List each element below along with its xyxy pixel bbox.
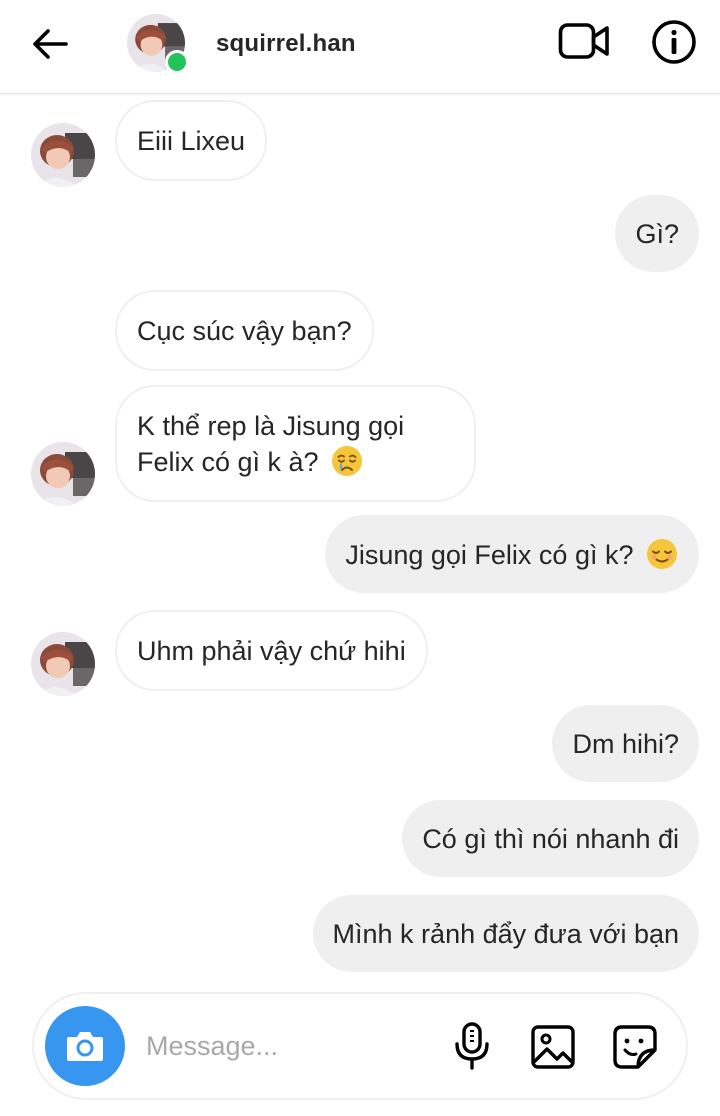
info-button[interactable] xyxy=(651,19,697,65)
message-text: Có gì thì nói nhanh đi xyxy=(422,824,679,854)
info-icon xyxy=(652,20,696,64)
message-text: Eiii Lixeu xyxy=(137,126,246,156)
video-camera-icon xyxy=(558,23,609,59)
message-text: Felix có gì k à? xyxy=(137,447,319,477)
sticker-icon xyxy=(613,1025,657,1069)
message-text: K thể rep là Jisung gọi xyxy=(137,411,405,441)
message-bubble-incoming[interactable]: Cục súc vậy bạn? xyxy=(115,290,374,371)
header-avatar[interactable] xyxy=(127,14,189,74)
message-bubble-incoming[interactable]: Uhm phải vậy chứ hihi xyxy=(115,610,428,691)
chat-username[interactable]: squirrel.han xyxy=(216,30,356,58)
video-call-button[interactable] xyxy=(558,20,610,62)
message-text: Jisung gọi Felix có gì k? xyxy=(345,540,634,570)
online-status-dot xyxy=(165,50,189,74)
message-bubble-outgoing[interactable]: Jisung gọi Felix có gì k? xyxy=(325,515,699,593)
message-bubble-outgoing[interactable]: Có gì thì nói nhanh đi xyxy=(402,800,699,877)
message-composer xyxy=(32,992,688,1100)
message-bubble-incoming[interactable]: K thể rep là Jisung gọi Felix có gì k à? xyxy=(115,385,477,502)
message-text: Uhm phải vậy chứ hihi xyxy=(137,636,406,666)
message-bubble-outgoing[interactable]: Gì? xyxy=(615,195,699,272)
sender-avatar[interactable] xyxy=(31,632,95,696)
message-text: Dm hihi? xyxy=(572,729,679,759)
image-gallery-icon xyxy=(531,1025,575,1069)
message-bubble-outgoing[interactable]: Mình k rảnh đẩy đưa với bạn xyxy=(312,895,699,972)
sticker-button[interactable] xyxy=(612,1024,658,1070)
gallery-button[interactable] xyxy=(530,1024,576,1070)
message-text: Gì? xyxy=(635,219,679,249)
sender-avatar[interactable] xyxy=(31,442,95,506)
message-bubble-incoming[interactable]: Eiii Lixeu xyxy=(115,100,268,181)
back-button[interactable] xyxy=(28,24,72,64)
message-text: Mình k rảnh đẩy đưa với bạn xyxy=(332,919,679,949)
message-input[interactable] xyxy=(146,1024,426,1068)
camera-icon xyxy=(67,1032,103,1061)
sender-avatar[interactable] xyxy=(31,123,95,187)
arrow-left-icon xyxy=(33,29,68,59)
microphone-icon xyxy=(455,1022,489,1070)
relieved-face-emoji xyxy=(647,539,677,569)
camera-button[interactable] xyxy=(45,1006,125,1086)
crying-face-emoji xyxy=(332,446,363,476)
chat-header: squirrel.han xyxy=(0,0,720,94)
voice-message-button[interactable] xyxy=(452,1022,492,1070)
message-text: Cục súc vậy bạn? xyxy=(137,316,352,346)
message-bubble-outgoing[interactable]: Dm hihi? xyxy=(552,705,699,782)
